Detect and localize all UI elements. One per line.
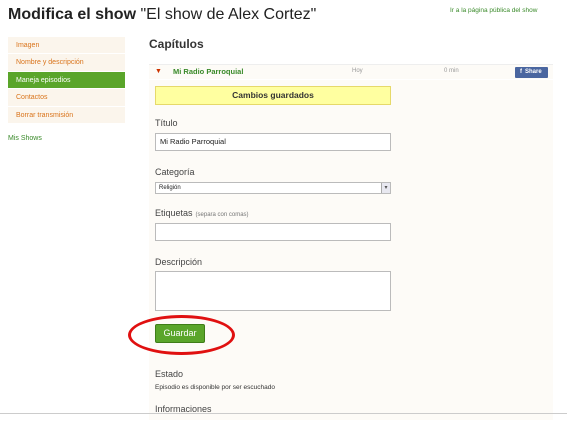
tags-label-text: Etiquetas — [155, 208, 193, 218]
episode-row: ▼ Mi Radio Parroquial Hoy 0 min f Share — [149, 64, 553, 79]
sidebar-item-imagen[interactable]: Imagen — [8, 37, 125, 55]
estado-text: Episodio es disponible por ser escuchado — [155, 384, 275, 391]
chevron-down-icon[interactable]: ▾ — [381, 183, 390, 193]
description-textarea[interactable] — [155, 271, 391, 311]
episode-name[interactable]: Mi Radio Parroquial — [173, 67, 243, 76]
share-label: Share — [525, 69, 542, 75]
category-selected-value: Religión — [159, 185, 181, 191]
page-title-bold: Modifica el show — [8, 6, 137, 23]
tags-label: Etiquetas (separa con comas) — [155, 208, 249, 218]
sidebar-item-contactos[interactable]: Contactos — [8, 89, 125, 107]
divider — [0, 413, 567, 414]
page-title-show-name: "El show de Alex Cortez" — [136, 6, 317, 23]
description-label: Descripción — [155, 257, 203, 267]
tags-hint: (separa con comas) — [195, 212, 249, 218]
page-title: Modifica el show "El show de Alex Cortez… — [8, 6, 316, 24]
category-select[interactable]: Religión ▾ — [155, 182, 391, 194]
facebook-icon: f — [520, 69, 522, 75]
title-label: Título — [155, 118, 178, 128]
sidebar-item-nombre-descripcion[interactable]: Nombre y descripción — [8, 54, 125, 72]
episode-date: Hoy — [352, 68, 363, 74]
category-label: Categoría — [155, 167, 195, 177]
saved-message: Cambios guardados — [155, 86, 391, 105]
episode-duration: 0 min — [444, 68, 459, 74]
episode-form-panel — [149, 80, 553, 420]
collapse-arrow-icon[interactable]: ▼ — [155, 68, 162, 75]
mis-shows-link[interactable]: Mis Shows — [8, 135, 42, 142]
tags-input[interactable] — [155, 223, 391, 241]
highlight-circle — [128, 315, 235, 355]
section-title: Capítulos — [149, 37, 204, 51]
facebook-share-button[interactable]: f Share — [515, 67, 548, 78]
sidebar: Imagen Nombre y descripción Maneja episo… — [8, 37, 125, 124]
sidebar-item-borrar-transmision[interactable]: Borrar transmisión — [8, 107, 125, 124]
title-input[interactable]: Mi Radio Parroquial — [155, 133, 391, 151]
estado-label: Estado — [155, 369, 184, 379]
sidebar-item-maneja-episodios[interactable]: Maneja episodios — [8, 71, 125, 90]
public-page-link[interactable]: Ir a la página pública del show — [450, 7, 537, 14]
